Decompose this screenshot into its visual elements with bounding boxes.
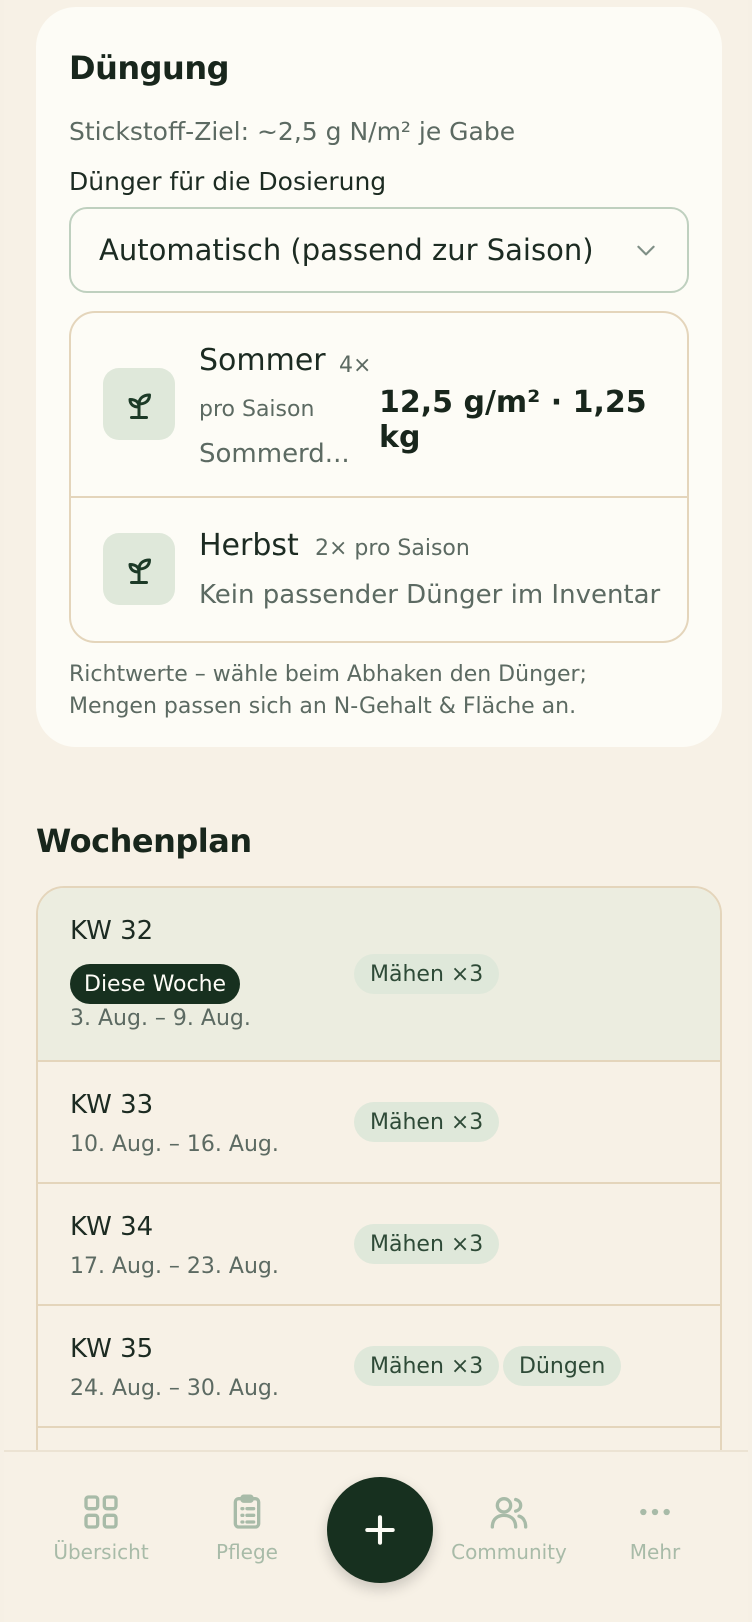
nav-overview-label: Übersicht bbox=[53, 1540, 149, 1564]
nav-care[interactable]: Pflege bbox=[172, 1492, 322, 1564]
current-week-badge: Diese Woche bbox=[70, 964, 241, 1004]
task-chip: Mähen ×3 bbox=[354, 954, 500, 994]
season-dosage-list: Sommer 4× pro Saison 12,5 g/m² · 1,25 kg… bbox=[69, 311, 689, 643]
season-name: Sommer bbox=[199, 343, 326, 378]
week-dates: 10. Aug. – 16. Aug. bbox=[70, 1132, 279, 1157]
fertilizing-card: Düngung Stickstoff-Ziel: ~2,5 g N/m² je … bbox=[36, 7, 722, 747]
season-frequency: 2× pro Saison bbox=[315, 536, 470, 561]
week-number: KW 35 bbox=[70, 1334, 154, 1364]
week-number: KW 33 bbox=[70, 1090, 154, 1120]
sprout-icon bbox=[103, 368, 175, 440]
more-dots-icon bbox=[640, 1508, 670, 1516]
week-dates: 17. Aug. – 23. Aug. bbox=[70, 1254, 279, 1279]
season-frequency-unit: pro Saison bbox=[199, 397, 315, 422]
task-chip: Mähen ×3 bbox=[354, 1346, 500, 1386]
season-product: Sommerd... bbox=[199, 439, 350, 469]
fertilizer-select-value: Automatisch (passend zur Saison) bbox=[99, 233, 594, 267]
task-chip: Mähen ×3 bbox=[354, 1102, 500, 1142]
nitrogen-target: Stickstoff-Ziel: ~2,5 g N/m² je Gabe bbox=[69, 117, 516, 146]
weekly-plan-list: KW 32 Diese Woche 3. Aug. – 9. Aug. Mähe… bbox=[36, 886, 722, 1450]
nav-community[interactable]: Community bbox=[434, 1492, 584, 1564]
users-icon bbox=[490, 1497, 528, 1529]
week-row[interactable]: KW 35 24. Aug. – 30. Aug. Mähen ×3 Dünge… bbox=[38, 1306, 720, 1428]
clipboard-icon bbox=[233, 1494, 261, 1529]
nav-overview[interactable]: Übersicht bbox=[26, 1492, 176, 1564]
week-number: KW 34 bbox=[70, 1212, 154, 1242]
week-row[interactable]: KW 33 10. Aug. – 16. Aug. Mähen ×3 bbox=[38, 1062, 720, 1184]
screen: Düngung Stickstoff-Ziel: ~2,5 g N/m² je … bbox=[4, 0, 748, 1450]
chevron-down-icon bbox=[637, 245, 655, 256]
add-button[interactable] bbox=[327, 1477, 433, 1583]
week-row[interactable]: KW 34 17. Aug. – 23. Aug. Mähen ×3 bbox=[38, 1184, 720, 1306]
fertilizing-title: Düngung bbox=[69, 49, 230, 87]
week-row-current[interactable]: KW 32 Diese Woche 3. Aug. – 9. Aug. Mähe… bbox=[38, 888, 720, 1062]
nav-more[interactable]: Mehr bbox=[580, 1492, 730, 1564]
season-row-summer[interactable]: Sommer 4× pro Saison 12,5 g/m² · 1,25 kg… bbox=[71, 313, 687, 498]
dosage-note: Richtwerte – wähle beim Abhaken den Düng… bbox=[69, 662, 587, 719]
fertilizer-select[interactable]: Automatisch (passend zur Saison) bbox=[69, 207, 689, 293]
fertilizer-select-label: Dünger für die Dosierung bbox=[69, 167, 387, 196]
bottom-navigation: Übersicht Pflege Community Mehr bbox=[4, 1450, 748, 1622]
week-dates: 3. Aug. – 9. Aug. bbox=[70, 1006, 251, 1031]
task-chip: Mähen ×3 bbox=[354, 1224, 500, 1264]
grid-icon bbox=[84, 1495, 118, 1529]
nav-community-label: Community bbox=[451, 1540, 567, 1564]
plus-icon bbox=[365, 1515, 395, 1545]
season-name: Herbst bbox=[199, 528, 299, 563]
season-row-autumn[interactable]: Herbst 2× pro Saison Kein passender Düng… bbox=[71, 498, 687, 641]
nav-care-label: Pflege bbox=[216, 1540, 278, 1564]
week-number: KW 32 bbox=[70, 916, 154, 946]
sprout-icon bbox=[103, 533, 175, 605]
weekly-plan-title: Wochenplan bbox=[36, 822, 252, 860]
season-dose: 12,5 g/m² · 1,25 kg bbox=[379, 385, 647, 455]
season-frequency-count: 4× bbox=[339, 353, 372, 378]
week-dates: 24. Aug. – 30. Aug. bbox=[70, 1376, 279, 1401]
task-chip: Düngen bbox=[503, 1346, 622, 1386]
season-product: Kein passender Dünger im Inventar bbox=[199, 580, 661, 610]
nav-more-label: Mehr bbox=[629, 1540, 681, 1564]
